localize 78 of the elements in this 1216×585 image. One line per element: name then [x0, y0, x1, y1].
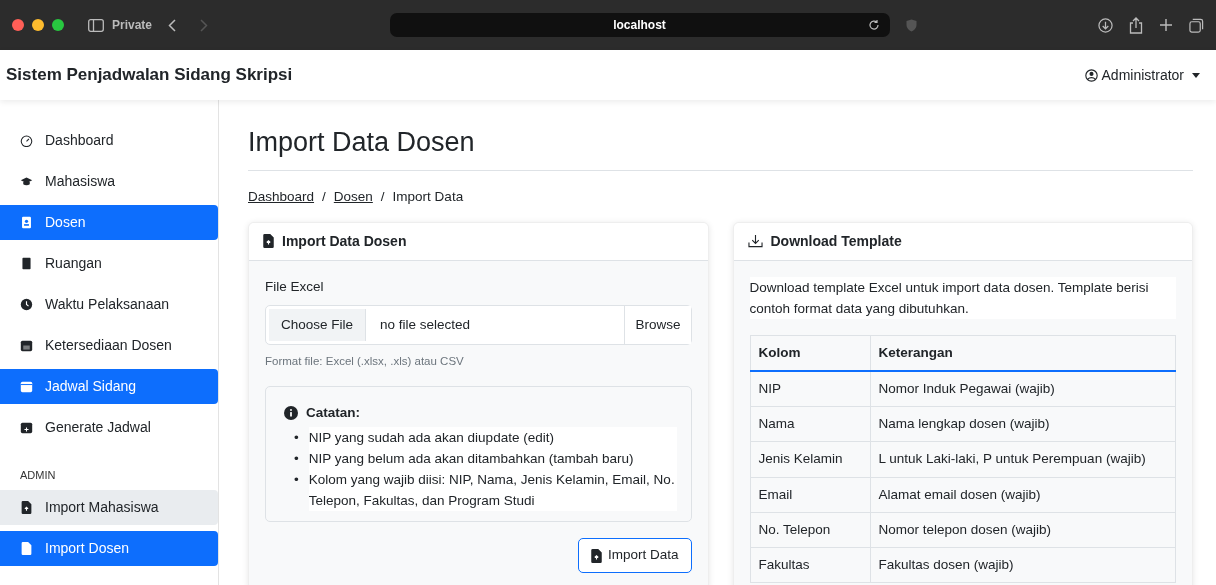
- breadcrumb-current: Import Data: [392, 189, 464, 205]
- download-icon: [747, 234, 763, 249]
- browse-button[interactable]: Browse: [624, 305, 691, 344]
- private-label: Private: [112, 17, 153, 34]
- description-text: Download template Excel untuk import data dosen. Template berisi contoh format data yang dibutuhkan.: [749, 276, 1176, 319]
- sidebar-item[interactable]: Dosen: [0, 205, 218, 240]
- file-upload-icon: [20, 541, 33, 555]
- table-cell: Nomor Induk Pegawai (wajib): [870, 370, 1176, 407]
- sidebar-item[interactable]: Dashboard: [0, 123, 218, 158]
- graduation-cap-icon: [20, 175, 33, 188]
- choose-file-button[interactable]: Choose File: [269, 308, 367, 341]
- breadcrumb-link[interactable]: Dosen: [333, 189, 373, 205]
- download-icon[interactable]: [1098, 17, 1113, 33]
- sidebar-item[interactable]: Generate Jadwal: [0, 410, 218, 445]
- sidebar-toggle-icon[interactable]: [88, 18, 104, 32]
- minimize-window-icon[interactable]: [32, 19, 44, 31]
- table-cell: No. Telepon: [750, 512, 870, 548]
- import-button[interactable]: Import Data: [577, 538, 692, 573]
- file-upload-icon: [20, 500, 33, 514]
- calendar-icon: [20, 339, 33, 352]
- clock-icon: [20, 298, 33, 311]
- share-icon[interactable]: [1129, 16, 1143, 34]
- table-cell: Jenis Kelamin: [750, 441, 870, 478]
- gauge-icon: [20, 134, 33, 147]
- id-badge-icon: [20, 216, 33, 229]
- new-tab-icon[interactable]: [1159, 18, 1173, 32]
- table-cell: Email: [750, 477, 870, 513]
- table-cell: L untuk Laki-laki, P untuk Perempuan (wajib): [870, 441, 1176, 478]
- close-window-icon[interactable]: [12, 19, 24, 31]
- back-icon[interactable]: [168, 18, 177, 32]
- file-status: no file selected: [379, 315, 472, 334]
- user-circle-icon: [1084, 68, 1098, 82]
- file-input[interactable]: Choose File no file selected Browse: [265, 304, 692, 345]
- sidebar-item[interactable]: Jadwal Sidang: [0, 369, 218, 404]
- calendar-plus-icon: [20, 421, 33, 434]
- door-icon: [20, 257, 33, 270]
- breadcrumb-link[interactable]: Dashboard: [248, 189, 315, 205]
- section-heading: ADMIN: [19, 468, 57, 483]
- table-cell: Fakultas: [750, 547, 870, 583]
- bullet: •: [294, 429, 299, 448]
- file-upload-icon: [263, 234, 274, 249]
- table-cell: Nama lengkap dosen (wajib): [870, 406, 1176, 442]
- sidebar-item[interactable]: Ketersediaan Dosen: [0, 328, 218, 363]
- table-cell: Nomor telepon dosen (wajib): [870, 512, 1176, 548]
- note-title: Catatan:: [306, 404, 360, 423]
- table-cell: Fakultas dosen (wajib): [870, 547, 1176, 583]
- table-cell: NIP: [750, 370, 870, 407]
- table-cell: Nama: [750, 406, 870, 442]
- breadcrumb-separator: /: [380, 189, 385, 205]
- column-header: Kolom: [750, 335, 870, 371]
- sidebar-item[interactable]: Waktu Pelaksanaan: [0, 287, 218, 322]
- card-title: Download Template: [770, 231, 902, 251]
- caret-icon: [1192, 72, 1200, 78]
- reload-icon[interactable]: [867, 19, 880, 31]
- sidebar-item[interactable]: Import Mahasiswa: [0, 489, 218, 525]
- user-menu[interactable]: Administrator: [1084, 64, 1200, 86]
- tabs-overview-icon[interactable]: [1189, 17, 1204, 33]
- sidebar-item[interactable]: Ruangan: [0, 246, 218, 281]
- note-item: NIP yang belum ada akan ditambahkan (tambah baru): [308, 448, 677, 470]
- sidebar-item[interactable]: Import Dosen: [0, 530, 218, 566]
- info-icon: [284, 406, 298, 421]
- maximize-window-icon[interactable]: [52, 19, 64, 31]
- bullet: •: [294, 450, 299, 469]
- table-cell: Alamat email dosen (wajib): [870, 477, 1176, 513]
- field-label: File Excel: [265, 277, 325, 296]
- card-title: Import Data Dosen: [282, 231, 407, 251]
- app-title: Sistem Penjadwalan Sidang Skripsi: [6, 64, 293, 87]
- page-title: Import Data Dosen: [248, 126, 1193, 172]
- note-item: NIP yang sudah ada akan diupdate (edit): [308, 427, 677, 449]
- help-text: Format file: Excel (.xlsx, .xls) atau CSV: [265, 353, 465, 369]
- note-item: Kolom yang wajib diisi: NIP, Nama, Jenis Kelamin, Email, No. Telepon, Fakultas, dan Program Studi: [308, 469, 677, 512]
- calendar-icon: [20, 380, 33, 393]
- address-bar[interactable]: localhost: [389, 13, 890, 37]
- sidebar-item[interactable]: Mahasiswa: [0, 164, 218, 199]
- breadcrumb-separator: /: [322, 189, 326, 205]
- file-upload-icon: [590, 548, 602, 563]
- bullet: •: [294, 471, 299, 490]
- column-header: Keterangan: [870, 335, 1176, 371]
